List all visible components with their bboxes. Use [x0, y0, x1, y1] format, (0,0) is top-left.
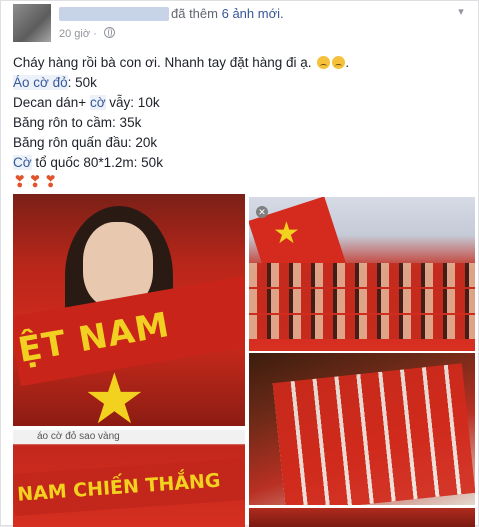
- photo-4[interactable]: áo cờ đỏ sao vàng NAM CHIẾN THẮNG: [13, 430, 245, 527]
- post-line-text: tổ quốc 80*1.2m: 50k: [31, 155, 163, 170]
- photo-1[interactable]: ỆT NAM ★: [13, 194, 245, 426]
- photo-2[interactable]: ★: [249, 197, 475, 351]
- hashtag-link[interactable]: Áo cờ đỏ: [13, 75, 68, 90]
- star-icon: ★: [273, 217, 300, 250]
- time-label[interactable]: 20 giờ: [59, 28, 90, 40]
- flag-stickers: [272, 363, 475, 505]
- banner-text: NAM CHIẾN THẮNG: [13, 457, 245, 517]
- photo-3[interactable]: [249, 353, 475, 505]
- avatar[interactable]: [13, 4, 51, 42]
- post-line: Băng rôn quấn đầu: 20k: [13, 135, 158, 150]
- post-header: đã thêm 6 ảnh mới.: [171, 6, 284, 21]
- post-body: Cháy hàng rồi bà con ơi. Nhanh tay đặt h…: [13, 53, 468, 193]
- hashtag-link[interactable]: Cờ: [13, 155, 32, 170]
- crowd: [249, 315, 475, 339]
- close-icon[interactable]: ✕: [256, 206, 268, 218]
- photo-5[interactable]: [249, 508, 475, 527]
- heart-icon: ❣❣❣: [13, 174, 60, 191]
- post-line: Băng rôn to cầm: 35k: [13, 115, 142, 130]
- added-photos-link[interactable]: 6 ảnh mới.: [222, 6, 284, 21]
- post-card: đã thêm 6 ảnh mới. 20 giờ · ▾ Cháy hàng …: [0, 0, 479, 527]
- star-icon: ★: [83, 360, 146, 426]
- crowd: [249, 263, 475, 287]
- hashtag-link[interactable]: cờ: [89, 95, 106, 110]
- sad-emoji-icon: [317, 56, 331, 69]
- timestamp[interactable]: 20 giờ ·: [59, 27, 115, 40]
- search-strip: áo cờ đỏ sao vàng: [13, 430, 245, 444]
- post-line: Decan dán+ cờ vẫy: 10k: [13, 93, 468, 113]
- globe-icon: [103, 27, 115, 38]
- author-name-redacted[interactable]: [59, 7, 169, 21]
- chevron-down-icon[interactable]: ▾: [454, 5, 468, 19]
- sad-emoji-icon: [332, 56, 346, 69]
- post-line-text: Decan dán+: [13, 95, 90, 110]
- header-action: đã thêm: [171, 6, 218, 21]
- post-line-text: : 50k: [67, 75, 97, 90]
- post-line: Áo cờ đỏ: 50k: [13, 73, 468, 93]
- post-line-text: vẫy: 10k: [105, 95, 160, 110]
- post-line: Cờ tổ quốc 80*1.2m: 50k: [13, 153, 468, 173]
- post-line: Cháy hàng rồi bà con ơi. Nhanh tay đặt h…: [13, 55, 350, 70]
- post-line-text: Cháy hàng rồi bà con ơi. Nhanh tay đặt h…: [13, 55, 312, 70]
- crowd: [249, 289, 475, 313]
